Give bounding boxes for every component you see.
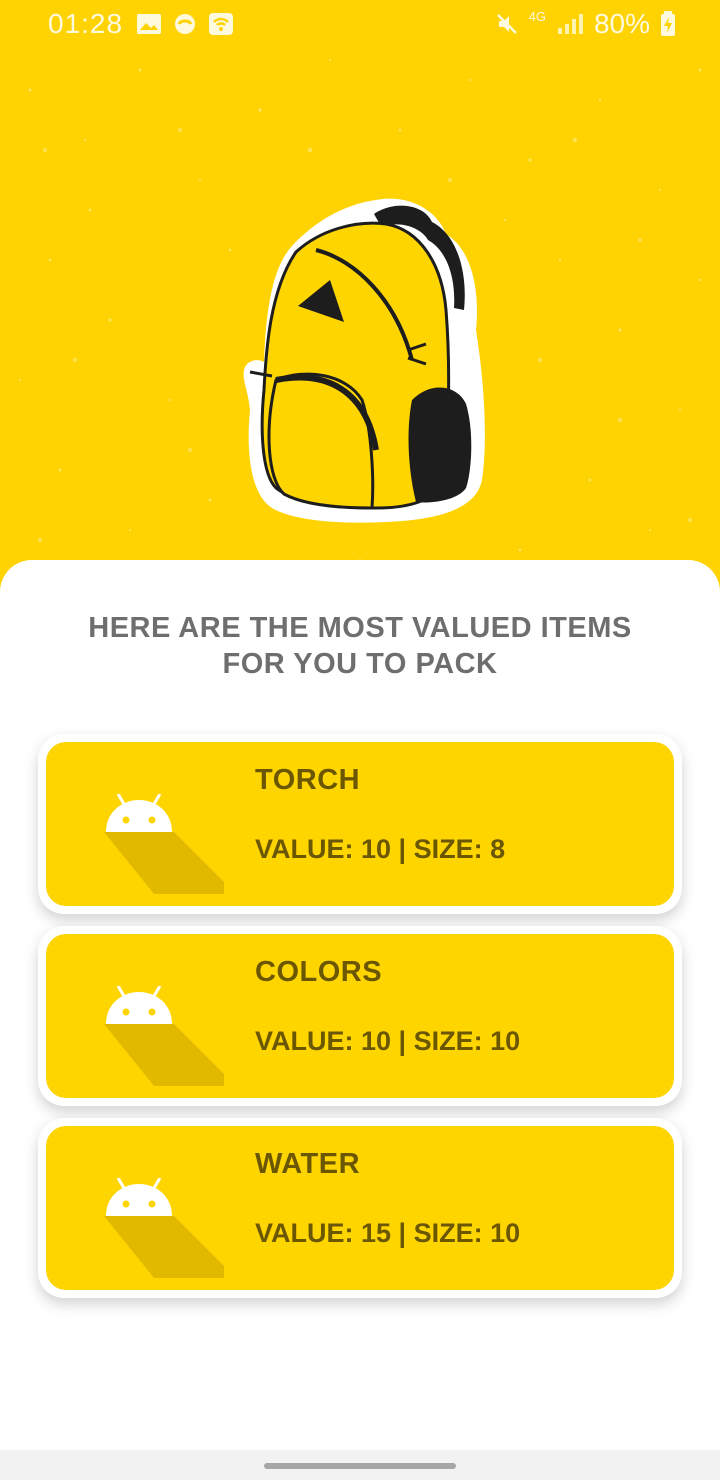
status-icons-left	[136, 12, 234, 36]
item-card-body: WATER VALUE: 15 | SIZE: 10	[46, 1126, 674, 1290]
item-card-body: TORCH VALUE: 10 | SIZE: 8	[46, 742, 674, 906]
item-name: WATER	[255, 1148, 361, 1180]
photos-icon	[175, 14, 195, 34]
network-type: 4G	[528, 8, 546, 24]
android-icon	[104, 794, 224, 894]
heading-line-1: HERE ARE THE MOST VALUED ITEMS	[88, 612, 632, 644]
mute-icon	[496, 14, 517, 34]
item-name: TORCH	[255, 764, 361, 796]
item-value-size: VALUE: 10 | SIZE: 10	[255, 1026, 521, 1056]
backpack-illustration	[243, 198, 485, 523]
battery-charging-icon	[661, 11, 675, 36]
android-icon	[104, 986, 224, 1086]
item-card-torch[interactable]: TORCH VALUE: 10 | SIZE: 8	[38, 734, 682, 914]
heading-line-2: FOR YOU TO PACK	[222, 648, 498, 680]
gallery-icon	[137, 14, 161, 34]
android-icon	[104, 1178, 224, 1278]
item-card-water[interactable]: WATER VALUE: 15 | SIZE: 10	[38, 1118, 682, 1298]
home-gesture-handle[interactable]	[264, 1463, 456, 1469]
status-bar: 01:28 4G 80%	[0, 0, 720, 52]
item-name: COLORS	[255, 956, 383, 988]
wifi-icon	[209, 13, 233, 35]
item-value-size: VALUE: 10 | SIZE: 8	[255, 834, 506, 864]
gesture-nav-bar	[0, 1450, 720, 1480]
item-value-size: VALUE: 15 | SIZE: 10	[255, 1218, 521, 1248]
battery-percent: 80%	[593, 8, 650, 39]
status-icons-right: 4G 80%	[495, 8, 676, 40]
signal-icon	[557, 14, 583, 34]
item-card-colors[interactable]: COLORS VALUE: 10 | SIZE: 10	[38, 926, 682, 1106]
hero-banner	[0, 0, 720, 600]
status-time: 01:28	[48, 8, 124, 39]
page-heading: HERE ARE THE MOST VALUED ITEMS FOR YOU T…	[40, 610, 680, 682]
item-card-body: COLORS VALUE: 10 | SIZE: 10	[46, 934, 674, 1098]
